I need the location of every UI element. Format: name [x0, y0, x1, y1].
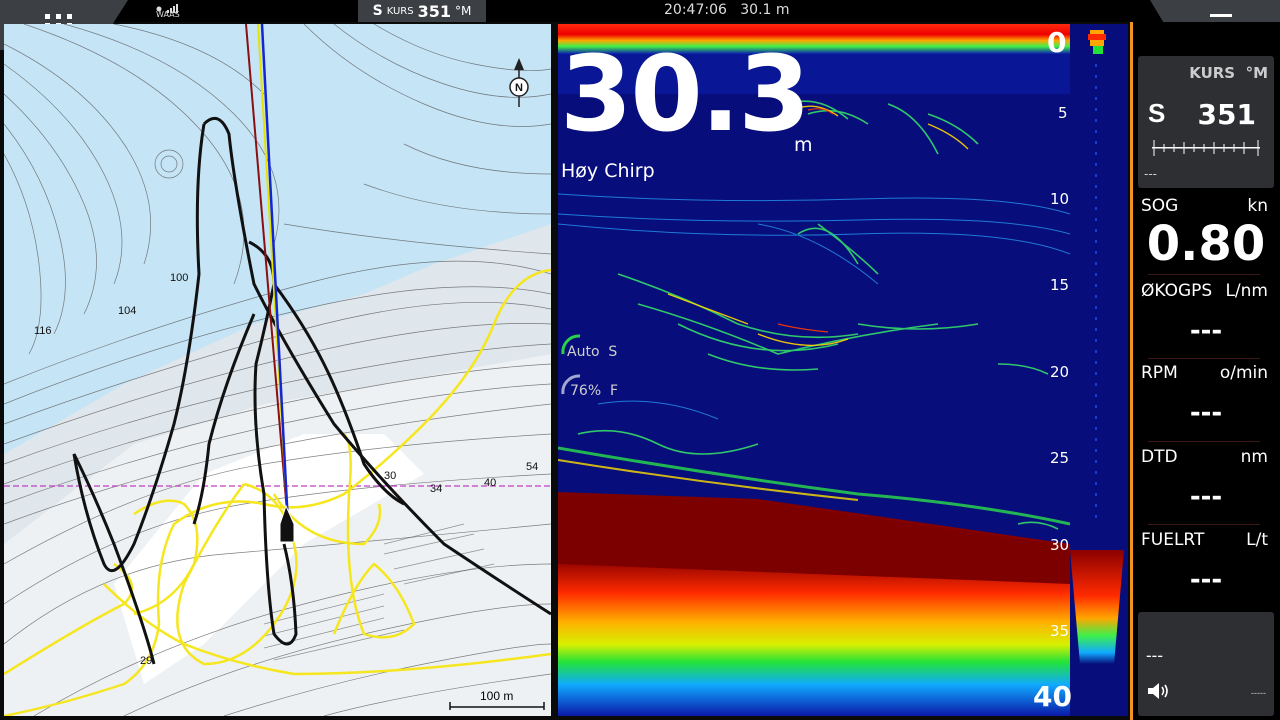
- depth-scale-label: 5: [1058, 104, 1068, 122]
- depth-readout: 30.1 m: [740, 2, 790, 18]
- course-label: KURS: [386, 5, 414, 17]
- divider: [1148, 524, 1260, 525]
- contour-label: 54: [526, 461, 538, 473]
- course-unit: °M: [455, 4, 472, 18]
- contour-label: 116: [34, 325, 52, 337]
- gps-label: WAAS: [156, 10, 180, 19]
- nautical-chart[interactable]: N 116 104 100 30 34 40 54 29: [4, 24, 551, 716]
- depth-scale-label: 35: [1050, 622, 1070, 640]
- course-value: 351: [417, 1, 452, 21]
- speaker-icon[interactable]: [1146, 682, 1170, 700]
- dtd-value[interactable]: ---: [1136, 482, 1276, 512]
- audio-card[interactable]: --- -----: [1138, 612, 1274, 716]
- heading-value: 351: [1197, 98, 1256, 131]
- divider: [1148, 358, 1260, 359]
- fuel-economy-value[interactable]: ---: [1136, 316, 1276, 346]
- heading-prefix: S: [1148, 98, 1166, 128]
- dtd-label: DTD: [1141, 447, 1178, 467]
- depth-value: 30.3: [560, 33, 811, 155]
- divider: [1148, 441, 1260, 442]
- depth-scale-label: 30: [1050, 536, 1070, 554]
- depth-scale-label: 25: [1050, 449, 1070, 467]
- color-label: 76%: [570, 383, 602, 399]
- status-bar: WAAS S KURS 351 °M 20:47:06 30.1 m: [0, 0, 1280, 22]
- color-level[interactable]: 76% F: [570, 383, 618, 399]
- contour-label: 29: [140, 655, 152, 667]
- depth-scale-label: 15: [1050, 276, 1070, 294]
- divider: [1148, 274, 1260, 275]
- chart-pane[interactable]: N 116 104 100 30 34 40 54 29: [4, 24, 551, 716]
- gps-status: WAAS: [152, 1, 192, 21]
- heading-card[interactable]: KURS °M S 351 ---: [1138, 56, 1274, 188]
- contour-label: 40: [484, 477, 496, 489]
- depth-scale-label: 0: [1047, 26, 1067, 59]
- north-label: N: [515, 82, 523, 94]
- rpm-label: RPM: [1141, 363, 1178, 383]
- course-prefix: S: [372, 3, 383, 19]
- scale-bar-label: 100 m: [480, 689, 514, 703]
- compass-tape-icon: [1152, 140, 1260, 156]
- depth-scale-label: 20: [1050, 363, 1070, 381]
- fuel-rate-unit: L/t: [1246, 530, 1268, 550]
- heading-title: KURS °M: [1189, 64, 1268, 82]
- fuel-rate-value[interactable]: ---: [1136, 565, 1276, 595]
- course-indicator[interactable]: S KURS 351 °M: [358, 0, 486, 22]
- depth-unit: m: [794, 134, 813, 156]
- dtd-unit: nm: [1240, 447, 1268, 467]
- rpm-unit: o/min: [1219, 363, 1268, 383]
- gain-suffix: S: [608, 344, 618, 360]
- rpm-value[interactable]: ---: [1136, 398, 1276, 428]
- depth-scale-label: 40: [1033, 680, 1072, 713]
- fuel-rate-label: FUELRT: [1141, 530, 1205, 550]
- audio-value: ---: [1146, 646, 1163, 665]
- depth-scale-label: 10: [1050, 190, 1070, 208]
- contour-label: 34: [430, 483, 442, 495]
- contour-label: 30: [384, 470, 396, 482]
- heading-sub: ---: [1144, 166, 1157, 181]
- contour-label: 100: [170, 272, 188, 284]
- sog-label: SOG: [1141, 196, 1179, 216]
- fuel-economy-unit: L/nm: [1225, 281, 1268, 301]
- audio-sub: -----: [1251, 688, 1266, 698]
- color-suffix: F: [610, 383, 619, 399]
- gain-label: Auto: [567, 344, 600, 360]
- sog-unit: kn: [1247, 196, 1268, 216]
- clock-depth: 20:47:06 30.1 m: [664, 2, 790, 18]
- clock: 20:47:06: [664, 2, 727, 18]
- sog-value[interactable]: 0.80: [1136, 216, 1276, 272]
- frequency-label: Høy Chirp: [561, 160, 655, 182]
- gain-mode[interactable]: Auto S: [567, 344, 617, 360]
- contour-label: 104: [118, 305, 136, 317]
- fuel-economy-label: ØKOGPS: [1141, 281, 1213, 301]
